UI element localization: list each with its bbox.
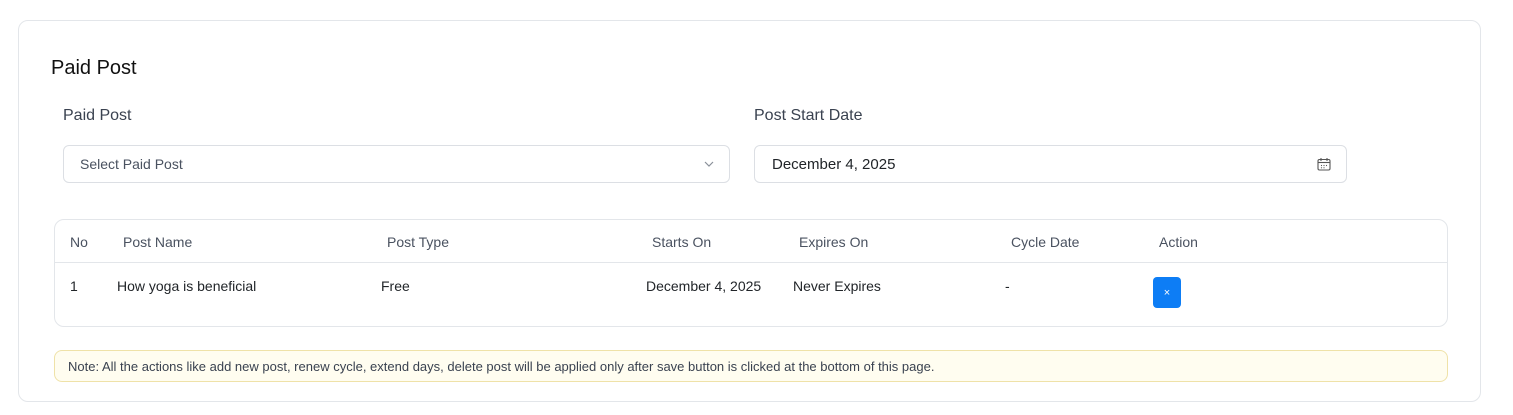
paid-posts-table: No Post Name Post Type Starts On Expires…: [54, 219, 1448, 327]
cell-starts-on: December 4, 2025: [646, 278, 762, 294]
column-header-starts-on: Starts On: [652, 234, 712, 250]
column-header-no: No: [70, 234, 88, 250]
column-header-cycle-date: Cycle Date: [1011, 234, 1080, 250]
table-header-divider: [55, 262, 1447, 263]
post-start-date-label: Post Start Date: [754, 107, 863, 124]
column-header-expires-on: Expires On: [799, 234, 869, 250]
cell-expires-on: Never Expires: [793, 278, 881, 294]
cell-post-name: How yoga is beneficial: [117, 278, 257, 294]
paid-post-select-placeholder: Select Paid Post: [80, 156, 183, 172]
cell-post-type: Free: [381, 278, 410, 294]
paid-post-select[interactable]: Select Paid Post: [63, 145, 730, 183]
close-icon: ×: [1163, 286, 1171, 299]
section-title: Paid Post: [51, 57, 137, 79]
column-header-action: Action: [1159, 234, 1198, 250]
post-start-date-input[interactable]: December 4, 2025: [754, 145, 1347, 183]
cell-cycle-date: -: [1005, 278, 1010, 294]
column-header-post-name: Post Name: [123, 234, 193, 250]
calendar-icon[interactable]: [1316, 156, 1332, 172]
chevron-down-icon: [703, 158, 715, 170]
info-note: Note: All the actions like add new post,…: [54, 350, 1448, 382]
delete-post-button[interactable]: ×: [1153, 277, 1181, 308]
paid-post-label: Paid Post: [63, 107, 132, 124]
paid-post-card: Paid Post Paid Post Select Paid Post Pos…: [18, 20, 1481, 402]
cell-no: 1: [70, 278, 78, 294]
column-header-post-type: Post Type: [387, 234, 450, 250]
post-start-date-value: December 4, 2025: [772, 155, 896, 173]
